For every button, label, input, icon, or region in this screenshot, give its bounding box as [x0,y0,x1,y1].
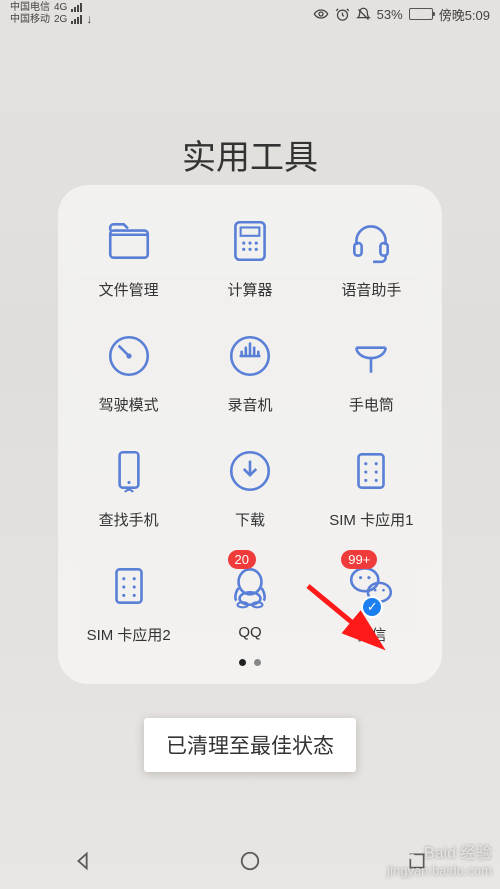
app-label: 文件管理 [99,279,159,300]
app-recorder[interactable]: 录音机 [189,328,310,415]
signal-bars-icon [71,3,82,12]
toast-message: 已清理至最佳状态 [144,718,356,772]
status-bar: 中国电信 4G 中国移动 2G ↓ 53% 傍晚5:09 [0,0,500,28]
watermark-suffix: 经验 [460,844,492,863]
carrier-1: 中国电信 [10,2,50,13]
notification-badge: 99+ [341,550,377,569]
signal-bars-icon [71,15,82,24]
find-phone-icon [101,443,157,499]
gauge-icon [101,328,157,384]
eye-comfort-icon [313,6,329,22]
app-calc[interactable]: 计算器 [189,213,310,300]
paw-icon [404,846,420,862]
folder-panel: 文件管理 计算器 语音助手驾驶模式 录音机 手电筒查找手机 下载 SIM 卡应用1 SIM 卡… [58,185,442,684]
sim-icon [343,443,399,499]
app-label: QQ [238,624,261,641]
app-wechat[interactable]: 99+✓ 微信 [311,558,432,645]
wechat-icon: 99+✓ [343,558,399,614]
app-label: SIM 卡应用2 [87,624,171,645]
toast-text: 已清理至最佳状态 [166,735,334,758]
app-drive[interactable]: 驾驶模式 [68,328,189,415]
sim-icon [101,558,157,614]
recorder-icon [222,328,278,384]
app-label: 计算器 [227,279,272,300]
carrier-2: 中国移动 [10,14,50,25]
folder-icon [101,213,157,269]
torch-icon [343,328,399,384]
clock-time: 傍晚5:09 [439,5,490,24]
qq-icon: 20 [222,558,278,614]
battery-pct: 53% [377,7,403,22]
page-indicator[interactable] [68,659,432,666]
download-icon [222,443,278,499]
headset-icon [343,213,399,269]
app-files[interactable]: 文件管理 [68,213,189,300]
alarm-icon [335,7,350,22]
app-label: SIM 卡应用1 [329,509,413,530]
dual-app-badge-icon: ✓ [361,596,383,618]
page-dot[interactable] [254,659,261,666]
calculator-icon [222,213,278,269]
app-label: 驾驶模式 [99,394,159,415]
app-label: 手电筒 [349,394,394,415]
home-button[interactable] [237,848,263,874]
watermark-brand: Baid [424,844,456,863]
app-label: 查找手机 [99,509,159,530]
watermark: Baid 经验 jingyan.baidu.com [387,844,492,879]
app-label: 下载 [235,509,265,530]
data-down-icon: ↓ [86,13,92,26]
notification-badge: 20 [228,550,256,569]
status-carriers: 中国电信 4G 中国移动 2G ↓ [10,2,92,26]
net-1: 4G [54,2,67,13]
folder-title: 实用工具 [0,130,500,179]
page-dot[interactable] [239,659,246,666]
net-2: 2G [54,14,67,25]
app-sim2[interactable]: SIM 卡应用2 [68,558,189,645]
app-findphone[interactable]: 查找手机 [68,443,189,530]
app-label: 微信 [356,624,386,645]
watermark-url: jingyan.baidu.com [387,863,492,879]
app-download[interactable]: 下载 [189,443,310,530]
back-button[interactable] [70,848,96,874]
battery-icon [409,8,433,20]
app-torch[interactable]: 手电筒 [311,328,432,415]
app-voice[interactable]: 语音助手 [311,213,432,300]
app-label: 语音助手 [341,279,401,300]
app-sim1[interactable]: SIM 卡应用1 [311,443,432,530]
app-qq[interactable]: 20 QQ [189,558,310,645]
mute-icon [356,7,371,22]
app-label: 录音机 [227,394,272,415]
